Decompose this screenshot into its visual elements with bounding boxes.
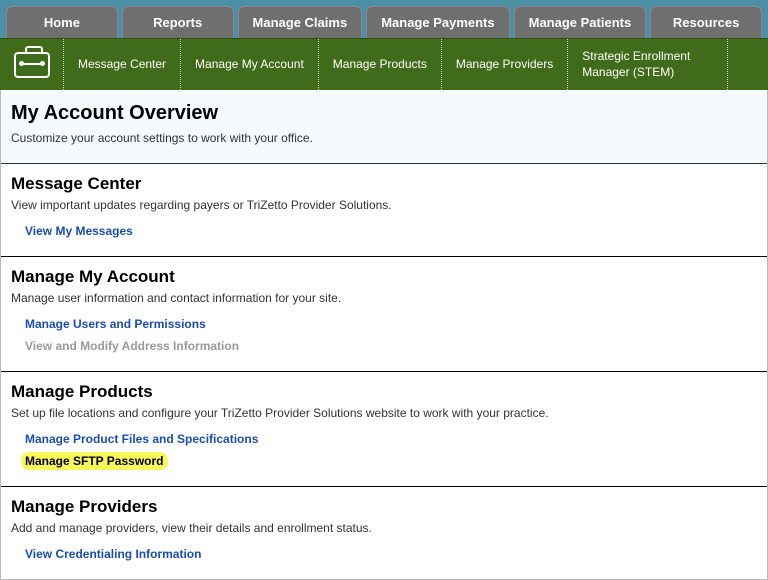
link-manage-users-permissions[interactable]: Manage Users and Permissions (11, 313, 757, 335)
section-manage-my-account: Manage My Account Manage user informatio… (1, 257, 767, 372)
subnav-manage-products[interactable]: Manage Products (319, 39, 442, 90)
section-desc: View important updates regarding payers … (11, 198, 757, 212)
section-title: Manage Providers (11, 497, 757, 517)
tab-home[interactable]: Home (6, 6, 118, 38)
subnav-stem[interactable]: Strategic Enrollment Manager (STEM) (568, 39, 728, 90)
section-desc: Set up file locations and configure your… (11, 406, 757, 420)
tab-reports[interactable]: Reports (122, 6, 234, 38)
tab-manage-patients[interactable]: Manage Patients (514, 6, 647, 38)
section-title: Manage Products (11, 382, 757, 402)
subnav-manage-providers[interactable]: Manage Providers (442, 39, 568, 90)
link-manage-product-files[interactable]: Manage Product Files and Specifications (11, 428, 757, 450)
section-manage-products: Manage Products Set up file locations an… (1, 372, 767, 487)
section-title: Message Center (11, 174, 757, 194)
link-manage-sftp-password[interactable]: Manage SFTP Password (21, 452, 168, 470)
tab-manage-claims[interactable]: Manage Claims (238, 6, 363, 38)
section-desc: Manage user information and contact info… (11, 291, 757, 305)
page-intro: My Account Overview Customize your accou… (1, 90, 767, 164)
link-view-credentialing-info[interactable]: View Credentialing Information (11, 543, 757, 565)
tab-manage-payments[interactable]: Manage Payments (366, 6, 509, 38)
link-view-my-messages[interactable]: View My Messages (11, 220, 757, 242)
briefcase-icon (0, 39, 64, 90)
sub-nav: Message Center Manage My Account Manage … (0, 38, 768, 90)
section-message-center: Message Center View important updates re… (1, 164, 767, 257)
section-manage-providers: Manage Providers Add and manage provider… (1, 487, 767, 579)
subnav-message-center[interactable]: Message Center (64, 39, 181, 90)
section-desc: Add and manage providers, view their det… (11, 521, 757, 535)
tab-resources[interactable]: Resources (650, 6, 762, 38)
section-title: Manage My Account (11, 267, 757, 287)
page-title: My Account Overview (11, 102, 757, 125)
top-nav: Home Reports Manage Claims Manage Paymen… (0, 0, 768, 38)
page-subtitle: Customize your account settings to work … (11, 131, 757, 145)
subnav-manage-my-account[interactable]: Manage My Account (181, 39, 319, 90)
main-content: My Account Overview Customize your accou… (0, 90, 768, 580)
link-view-modify-address: View and Modify Address Information (11, 335, 757, 357)
